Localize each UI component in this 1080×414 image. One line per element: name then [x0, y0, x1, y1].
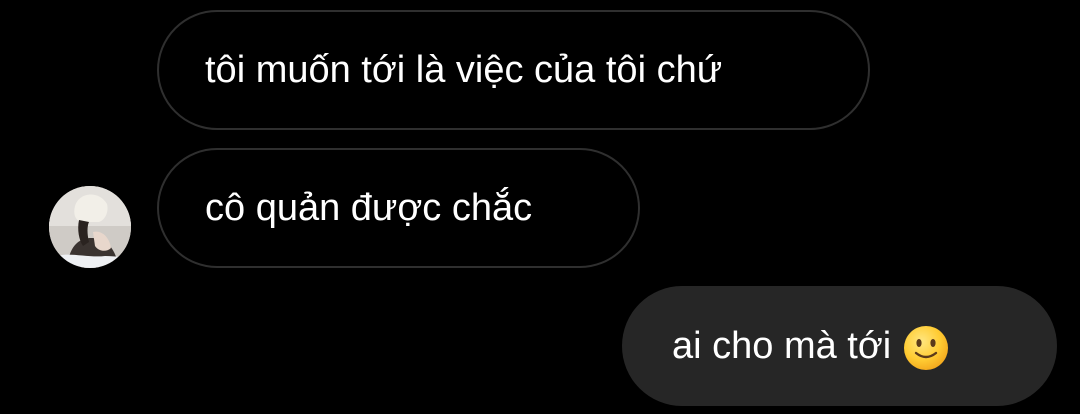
outgoing-message-bubble[interactable]: ai cho mà tới — [622, 286, 1057, 406]
avatar-photo-icon — [49, 186, 131, 268]
message-text: ai cho mà tới — [672, 325, 892, 367]
contact-avatar[interactable] — [49, 186, 131, 268]
message-text: tôi muốn tới là việc của tôi chứ — [205, 49, 723, 91]
chat-thread: tôi muốn tới là việc của tôi chứ cô quản… — [0, 0, 1080, 414]
slightly-smiling-face-icon — [903, 325, 949, 371]
incoming-message-bubble[interactable]: tôi muốn tới là việc của tôi chứ — [157, 10, 870, 130]
incoming-message-bubble[interactable]: cô quản được chắc — [157, 148, 640, 268]
message-text: cô quản được chắc — [205, 187, 533, 229]
